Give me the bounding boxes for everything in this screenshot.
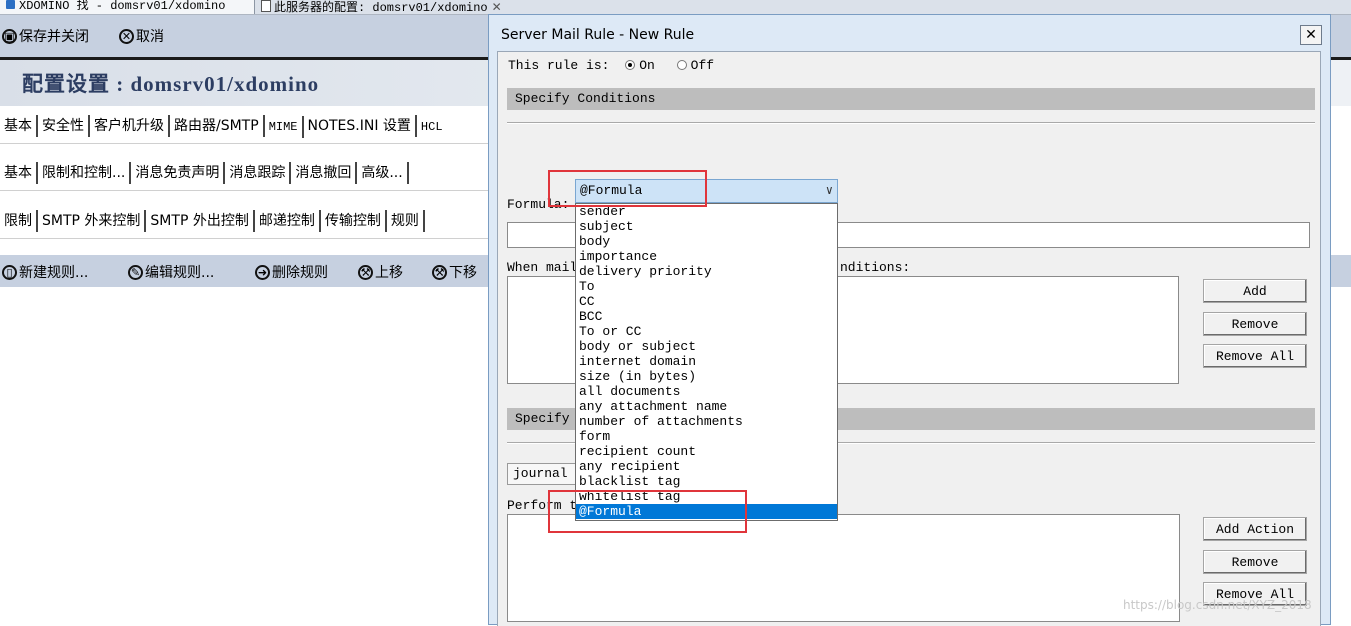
close-icon[interactable]: ✕ <box>1300 25 1322 45</box>
tab-security[interactable]: 安全性 <box>38 115 90 137</box>
tab-transfer-controls[interactable]: 传输控制 <box>321 210 387 232</box>
wrench-icon: ⚒ <box>358 264 373 280</box>
remove-all-button[interactable]: Remove All <box>1203 344 1307 368</box>
divider <box>0 190 490 191</box>
cancel-icon: ✕ <box>119 28 134 44</box>
on-label: On <box>639 58 655 73</box>
page-title: 配置设置 : domsrv01/xdomino <box>22 72 320 96</box>
rule-is-label: This rule is: <box>508 58 610 73</box>
window-tab-strip: XDOMINO 找 - domsrv01/xdomino 此服务器的配置: do… <box>0 0 1351 15</box>
window-tab-xdomino[interactable]: XDOMINO 找 - domsrv01/xdomino <box>0 0 255 14</box>
cancel-button[interactable]: ✕ 取消 <box>119 26 164 46</box>
list-item[interactable]: blacklist tag <box>576 474 837 489</box>
list-item[interactable]: all documents <box>576 384 837 399</box>
save-icon: ▣ <box>2 28 17 44</box>
list-item[interactable]: form <box>576 429 837 444</box>
server-mail-rule-dialog: Server Mail Rule - New Rule ✕ This rule … <box>488 14 1331 626</box>
move-down-button[interactable]: ⚒ 下移 <box>432 262 477 282</box>
list-item[interactable]: To or CC <box>576 324 837 339</box>
divider <box>0 143 490 144</box>
tab-hcl[interactable]: HCL <box>417 116 447 138</box>
close-tab-icon[interactable]: ✕ <box>492 0 502 14</box>
tab-basic[interactable]: 基本 <box>0 115 38 137</box>
cancel-label: 取消 <box>136 29 164 45</box>
radio-on[interactable] <box>625 60 636 70</box>
tab-smtp-outbound[interactable]: SMTP 外出控制 <box>146 210 255 232</box>
tab-message-recall[interactable]: 消息撤回 <box>291 162 358 184</box>
chevron-down-icon: ∨ <box>825 184 833 198</box>
divider <box>507 122 1315 124</box>
list-item[interactable]: any recipient <box>576 459 837 474</box>
pencil-icon: ✎ <box>128 264 143 280</box>
highlight-box <box>548 170 707 207</box>
list-item[interactable]: BCC <box>576 309 837 324</box>
tab-router-smtp[interactable]: 路由器/SMTP <box>170 115 265 137</box>
tab-rules[interactable]: 规则 <box>386 210 425 232</box>
rule-status-row: This rule is: On Off <box>508 58 714 73</box>
tab-notes-ini[interactable]: NOTES.INI 设置 <box>304 115 417 137</box>
specify-conditions-header: Specify Conditions <box>507 88 1315 110</box>
when-mail-label: When mail <box>507 260 578 275</box>
tab-advanced[interactable]: 高级... <box>357 162 409 184</box>
checkbox-icon <box>6 0 15 9</box>
list-item[interactable]: body <box>576 234 837 249</box>
remove-button[interactable]: Remove <box>1203 312 1307 336</box>
move-down-label: 下移 <box>449 265 477 281</box>
off-label: Off <box>690 58 715 73</box>
document-icon <box>261 0 271 12</box>
tab-message-tracking[interactable]: 消息跟踪 <box>225 162 292 184</box>
list-item[interactable]: internet domain <box>576 354 837 369</box>
watermark: https://blog.csdn.net/XYZ_2018 <box>1123 598 1312 612</box>
save-close-button[interactable]: ▣ 保存并关闭 <box>2 26 89 46</box>
add-action-button[interactable]: Add Action <box>1203 517 1307 541</box>
new-rule-button[interactable]: ▯ 新建规则... <box>2 262 88 282</box>
conditions-label: nditions: <box>840 260 911 275</box>
tab-delivery-controls[interactable]: 邮递控制 <box>255 210 321 232</box>
tab-restrictions[interactable]: 限制 <box>0 210 38 232</box>
list-item[interactable]: number of attachments <box>576 414 837 429</box>
tab-restrictions-controls[interactable]: 限制和控制... <box>38 162 132 184</box>
tab-basic-2[interactable]: 基本 <box>0 162 38 184</box>
list-item[interactable]: importance <box>576 249 837 264</box>
edit-rule-label: 编辑规则... <box>145 265 215 281</box>
add-button[interactable]: Add <box>1203 279 1307 303</box>
tab-disclaimer[interactable]: 消息免责声明 <box>131 162 226 184</box>
delete-rule-button[interactable]: ➜ 删除规则 <box>255 262 328 282</box>
action-type-select[interactable]: journal t <box>507 463 581 485</box>
list-item[interactable]: To <box>576 279 837 294</box>
window-tab-label: 此服务器的配置: domsrv01/xdomino <box>274 1 488 14</box>
list-item[interactable]: subject <box>576 219 837 234</box>
save-close-label: 保存并关闭 <box>19 29 89 45</box>
divider <box>0 238 490 239</box>
dialog-body: This rule is: On Off Specify Conditions … <box>497 51 1321 626</box>
dialog-title: Server Mail Rule - New Rule <box>501 27 695 43</box>
wrench-icon: ⚒ <box>432 264 447 280</box>
highlight-box <box>548 490 747 533</box>
new-document-icon: ▯ <box>2 264 17 280</box>
list-item[interactable]: size (in bytes) <box>576 369 837 384</box>
delete-icon: ➜ <box>255 264 270 280</box>
list-item[interactable]: CC <box>576 294 837 309</box>
list-item[interactable]: body or subject <box>576 339 837 354</box>
tab-client-upgrade[interactable]: 客户机升级 <box>90 115 170 137</box>
tab-smtp-inbound[interactable]: SMTP 外来控制 <box>38 210 147 232</box>
move-up-button[interactable]: ⚒ 上移 <box>358 262 403 282</box>
move-up-label: 上移 <box>375 265 403 281</box>
radio-off[interactable] <box>676 60 687 70</box>
window-tab-label: XDOMINO 找 - domsrv01/xdomino <box>19 0 226 13</box>
condition-field-dropdown: sender subject body importance delivery … <box>575 203 838 521</box>
list-item[interactable]: delivery priority <box>576 264 837 279</box>
remove-action-button[interactable]: Remove <box>1203 550 1307 574</box>
new-rule-label: 新建规则... <box>19 265 89 281</box>
list-item[interactable]: recipient count <box>576 444 837 459</box>
list-item[interactable]: any attachment name <box>576 399 837 414</box>
window-tab-server-config[interactable]: 此服务器的配置: domsrv01/xdomino ✕ <box>257 0 547 14</box>
delete-rule-label: 删除规则 <box>272 265 328 281</box>
edit-rule-button[interactable]: ✎ 编辑规则... <box>128 262 214 282</box>
tab-mime[interactable]: MIME <box>265 116 304 138</box>
